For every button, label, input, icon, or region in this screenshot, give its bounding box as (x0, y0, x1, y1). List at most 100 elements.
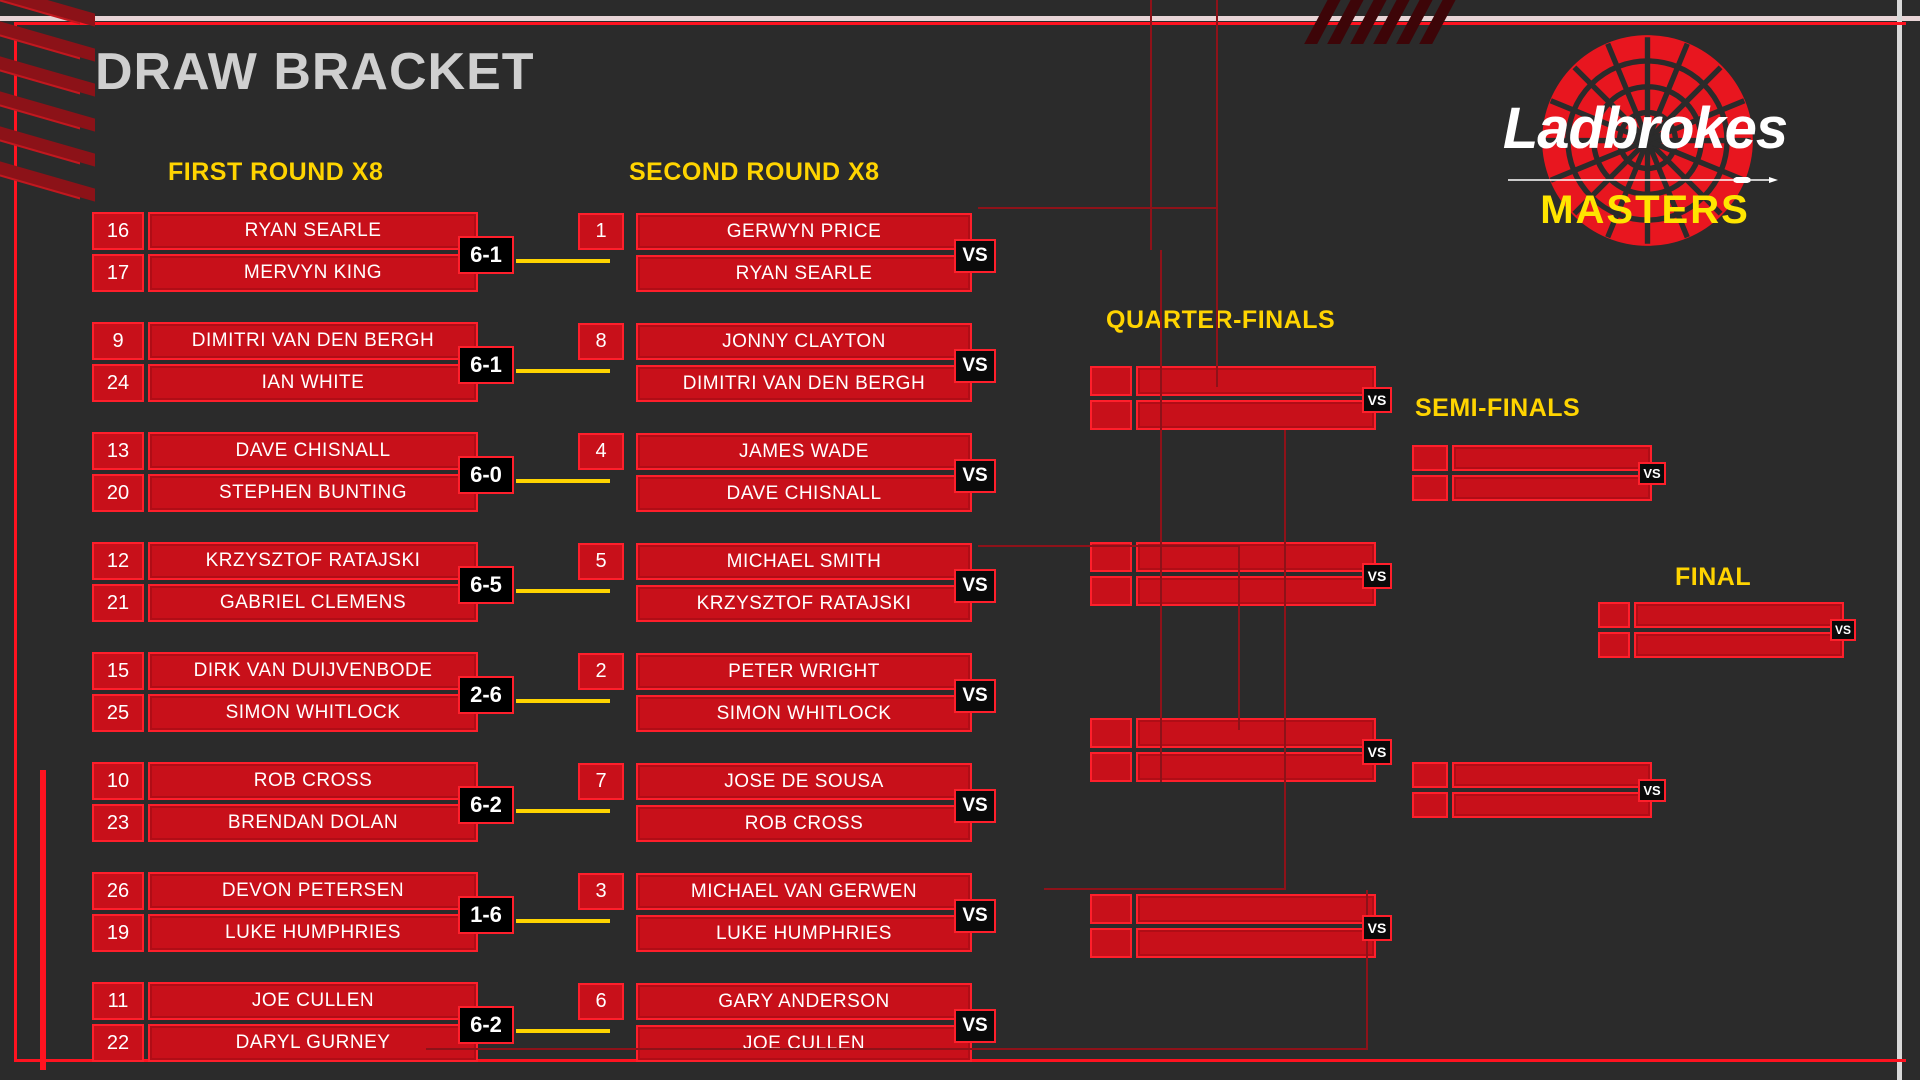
r2-player-bottom[interactable]: KRZYSZTOF RATAJSKI (636, 585, 972, 622)
r2-player-bottom[interactable]: DAVE CHISNALL (636, 475, 972, 512)
r2-vs-badge: VS (954, 789, 996, 823)
r1-seed-top: 26 (92, 872, 144, 910)
sf-vs-badge: VS (1638, 462, 1666, 485)
r1-player-top[interactable]: JOE CULLEN (148, 982, 478, 1020)
r2-player-top[interactable]: JONNY CLAYTON (636, 323, 972, 360)
r2-vs-badge: VS (954, 679, 996, 713)
r1-player-bottom[interactable]: SIMON WHITLOCK (148, 694, 478, 732)
r2-seed: 6 (578, 983, 624, 1020)
r1-connector (516, 809, 610, 813)
r1-player-top[interactable]: DEVON PETERSEN (148, 872, 478, 910)
qf-seed-bottom (1090, 752, 1132, 782)
bracket-connector-line (1044, 888, 1284, 890)
bracket-connector-line (1216, 207, 1218, 387)
sf-player-top[interactable] (1452, 445, 1652, 471)
r1-player-top[interactable]: DIRK VAN DUIJVENBODE (148, 652, 478, 690)
r2-player-top[interactable]: JOSE DE SOUSA (636, 763, 972, 800)
r1-player-bottom[interactable]: MERVYN KING (148, 254, 478, 292)
r1-seed-top: 11 (92, 982, 144, 1020)
r1-seed-top: 13 (92, 432, 144, 470)
r1-connector (516, 479, 610, 483)
r1-score: 6-1 (458, 236, 514, 274)
qf-vs-badge: VS (1362, 387, 1392, 413)
r1-player-bottom[interactable]: GABRIEL CLEMENS (148, 584, 478, 622)
r1-player-top[interactable]: KRZYSZTOF RATAJSKI (148, 542, 478, 580)
r2-player-bottom[interactable]: JOE CULLEN (636, 1025, 972, 1062)
r2-player-top[interactable]: PETER WRIGHT (636, 653, 972, 690)
r1-seed-top: 9 (92, 322, 144, 360)
bracket-connector-line (1160, 780, 1162, 782)
r2-vs-badge: VS (954, 349, 996, 383)
sf-player-bottom[interactable] (1452, 792, 1652, 818)
r2-player-bottom[interactable]: SIMON WHITLOCK (636, 695, 972, 732)
r2-player-bottom[interactable]: DIMITRI VAN DEN BERGH (636, 365, 972, 402)
qf-seed-bottom (1090, 928, 1132, 958)
r1-player-top[interactable]: DAVE CHISNALL (148, 432, 478, 470)
r1-seed-top: 15 (92, 652, 144, 690)
r1-player-bottom[interactable]: STEPHEN BUNTING (148, 474, 478, 512)
r1-connector (516, 589, 610, 593)
round-label-semi: SEMI-FINALS (1415, 394, 1581, 422)
r1-score: 6-2 (458, 1006, 514, 1044)
r2-vs-badge: VS (954, 459, 996, 493)
sf-vs-badge: VS (1638, 779, 1666, 802)
r1-player-top[interactable]: ROB CROSS (148, 762, 478, 800)
bracket-connector-line (1160, 250, 1162, 780)
final-player-top[interactable] (1634, 602, 1844, 628)
bracket-connector-line (978, 545, 1238, 547)
r1-player-bottom[interactable]: DARYL GURNEY (148, 1024, 478, 1062)
r1-score: 6-2 (458, 786, 514, 824)
dart-arrow-icon (1508, 177, 1778, 183)
left-accent-bar (40, 770, 46, 1070)
r1-score: 6-1 (458, 346, 514, 384)
sf-seed-top (1412, 445, 1448, 471)
sf-player-top[interactable] (1452, 762, 1652, 788)
qf-player-bottom[interactable] (1136, 752, 1376, 782)
r2-player-bottom[interactable]: RYAN SEARLE (636, 255, 972, 292)
r2-seed: 3 (578, 873, 624, 910)
qf-seed-top (1090, 718, 1132, 748)
r2-player-top[interactable]: MICHAEL SMITH (636, 543, 972, 580)
qf-player-bottom[interactable] (1136, 400, 1376, 430)
r1-seed-bottom: 22 (92, 1024, 144, 1062)
r2-player-top[interactable]: GERWYN PRICE (636, 213, 972, 250)
r2-seed: 2 (578, 653, 624, 690)
qf-player-bottom[interactable] (1136, 576, 1376, 606)
r1-player-bottom[interactable]: BRENDAN DOLAN (148, 804, 478, 842)
r2-player-top[interactable]: GARY ANDERSON (636, 983, 972, 1020)
qf-vs-badge: VS (1362, 915, 1392, 941)
sf-seed-top (1412, 762, 1448, 788)
r1-seed-bottom: 23 (92, 804, 144, 842)
r1-seed-bottom: 19 (92, 914, 144, 952)
final-player-bottom[interactable] (1634, 632, 1844, 658)
r2-player-bottom[interactable]: LUKE HUMPHRIES (636, 915, 972, 952)
r2-player-top[interactable]: MICHAEL VAN GERWEN (636, 873, 972, 910)
final-seed-top (1598, 602, 1630, 628)
r1-seed-bottom: 24 (92, 364, 144, 402)
r1-player-bottom[interactable]: IAN WHITE (148, 364, 478, 402)
r1-connector (516, 369, 610, 373)
final-vs-badge: VS (1830, 619, 1856, 641)
top-white-edge (0, 16, 1920, 21)
sf-player-bottom[interactable] (1452, 475, 1652, 501)
qf-player-top[interactable] (1136, 366, 1376, 396)
bracket-connector-line (1216, 0, 1218, 210)
r2-player-top[interactable]: JAMES WADE (636, 433, 972, 470)
qf-player-top[interactable] (1136, 894, 1376, 924)
r1-connector (516, 919, 610, 923)
bracket-connector-line (1150, 0, 1152, 250)
r2-seed: 7 (578, 763, 624, 800)
r1-player-bottom[interactable]: LUKE HUMPHRIES (148, 914, 478, 952)
bracket-connector-line (1366, 890, 1368, 1050)
qf-seed-bottom (1090, 576, 1132, 606)
r2-vs-badge: VS (954, 239, 996, 273)
r2-player-bottom[interactable]: ROB CROSS (636, 805, 972, 842)
r2-seed: 1 (578, 213, 624, 250)
qf-player-bottom[interactable] (1136, 928, 1376, 958)
bracket-connector-line (426, 1048, 1366, 1050)
qf-seed-top (1090, 366, 1132, 396)
r1-player-top[interactable]: DIMITRI VAN DEN BERGH (148, 322, 478, 360)
r1-player-top[interactable]: RYAN SEARLE (148, 212, 478, 250)
r1-score: 2-6 (458, 676, 514, 714)
qf-player-top[interactable] (1136, 718, 1376, 748)
